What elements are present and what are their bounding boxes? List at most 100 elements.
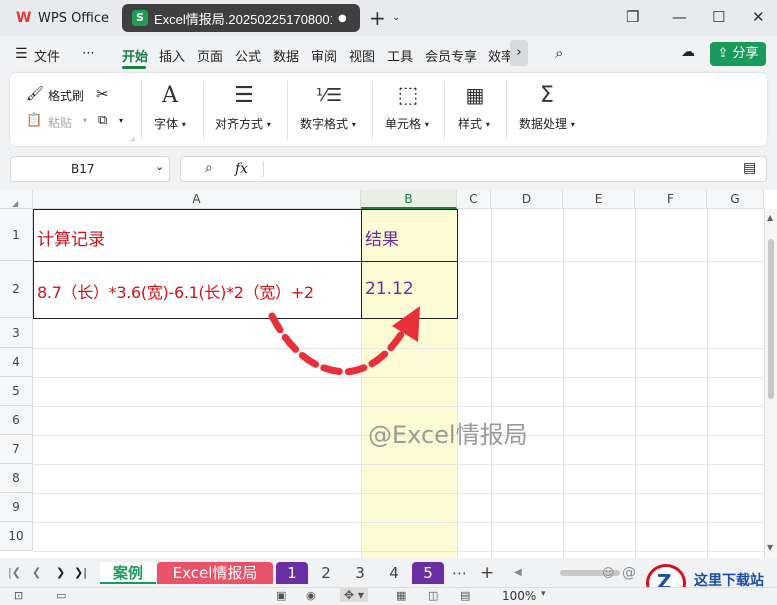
- column-header-c[interactable]: C: [457, 190, 491, 209]
- row-header-4[interactable]: 4: [0, 348, 33, 377]
- sheet-tab-5[interactable]: 5: [412, 562, 444, 584]
- column-header-e[interactable]: E: [563, 190, 635, 209]
- sheet-tab-case[interactable]: 案例: [100, 562, 156, 584]
- new-tab-button[interactable]: +: [369, 6, 386, 30]
- menu-view[interactable]: 视图: [349, 46, 375, 65]
- sheet-tab-3[interactable]: 3: [344, 562, 376, 584]
- minimize-button[interactable]: —: [672, 8, 687, 26]
- page-layout-icon[interactable]: ◫: [428, 589, 438, 602]
- row-header-5[interactable]: 5: [0, 377, 33, 406]
- row-header-9[interactable]: 9: [0, 493, 33, 522]
- fx-icon[interactable]: fx: [235, 161, 248, 177]
- data-processing-button[interactable]: 数据处理 ▾: [519, 115, 575, 132]
- cell-b1[interactable]: 结果: [365, 225, 399, 250]
- sheet-tab-4[interactable]: 4: [378, 562, 410, 584]
- macro-record-icon[interactable]: ⊡: [14, 589, 23, 602]
- cut-scissors-icon[interactable]: ✂: [96, 85, 109, 103]
- menu-home[interactable]: 开始: [122, 46, 148, 65]
- spreadsheet-grid[interactable]: ◢ A B C D E F G 1 2 3 4 5 6 7 8 9 10 计算记…: [0, 190, 777, 558]
- cell-b2[interactable]: 21.12: [365, 279, 414, 299]
- row-header-1[interactable]: 1: [0, 209, 33, 261]
- unsaved-dot-icon[interactable]: ●: [338, 13, 347, 24]
- menu-member[interactable]: 会员专享: [425, 46, 477, 65]
- column-header-a[interactable]: A: [33, 190, 361, 209]
- paste-button[interactable]: 粘贴: [48, 114, 72, 131]
- scroll-down-icon[interactable]: ▼: [767, 543, 773, 552]
- cell-a1[interactable]: 计算记录: [37, 225, 105, 250]
- align-icon[interactable]: ☰: [229, 83, 259, 108]
- more-sheets-icon[interactable]: ⋯: [452, 562, 467, 584]
- menu-data[interactable]: 数据: [273, 46, 299, 65]
- name-box[interactable]: B17 ⌄: [10, 156, 170, 182]
- eye-protect-icon[interactable]: ◉: [306, 589, 316, 602]
- search-icon[interactable]: ⌕: [555, 44, 563, 62]
- copy-icon[interactable]: ⧉: [98, 113, 107, 128]
- paste-chevron-down-icon[interactable]: ▾: [83, 116, 87, 125]
- last-sheet-icon[interactable]: ❯|: [74, 562, 87, 584]
- menu-page[interactable]: 页面: [197, 46, 223, 65]
- row-header-10[interactable]: 10: [0, 522, 33, 551]
- menu-efficiency[interactable]: 效率: [488, 46, 512, 65]
- next-sheet-icon[interactable]: ❯: [56, 562, 65, 584]
- sheet-tab-excel[interactable]: Excel情报局: [157, 562, 273, 584]
- clipboard-expand-icon[interactable]: ⌟: [131, 133, 135, 142]
- sheet-tab-2[interactable]: 2: [310, 562, 342, 584]
- cell-button[interactable]: 单元格 ▾: [385, 115, 429, 132]
- zoom-search-icon[interactable]: ⌕: [205, 160, 213, 176]
- menu-scroll-right-icon[interactable]: ›: [510, 40, 528, 66]
- scrollbar-thumb[interactable]: [768, 239, 774, 399]
- row-header-6[interactable]: 6: [0, 406, 33, 435]
- more-menu-icon[interactable]: ⋯: [82, 46, 95, 61]
- page-break-icon[interactable]: ▤: [460, 589, 470, 602]
- menu-insert[interactable]: 插入: [159, 46, 185, 65]
- normal-view-icon[interactable]: ▣: [276, 589, 286, 602]
- cell-icon[interactable]: ⬚: [393, 83, 423, 108]
- column-header-f[interactable]: F: [635, 190, 707, 209]
- tab-wps-office[interactable]: W WPS Office: [6, 4, 114, 32]
- number-format-icon[interactable]: ⅟☰: [314, 85, 344, 106]
- menu-review[interactable]: 审阅: [311, 46, 337, 65]
- sheet-tab-1[interactable]: 1: [276, 562, 308, 584]
- hamburger-icon[interactable]: ☰: [15, 46, 28, 62]
- expand-formula-icon[interactable]: ▤: [743, 160, 756, 176]
- first-sheet-icon[interactable]: |❮: [8, 562, 21, 584]
- prev-sheet-icon[interactable]: ❮: [32, 562, 41, 584]
- format-painter-button[interactable]: 格式刷: [48, 87, 84, 104]
- formula-bar[interactable]: ⌕ fx ▤: [180, 156, 767, 182]
- close-button[interactable]: ✕: [752, 8, 765, 26]
- zoom-level[interactable]: 100%: [502, 589, 536, 603]
- menu-file[interactable]: 文件: [34, 46, 60, 65]
- chevron-down-icon[interactable]: ⌄: [392, 12, 400, 23]
- align-button[interactable]: 对齐方式 ▾: [215, 115, 271, 132]
- horizontal-scroll-left-icon[interactable]: ◀: [514, 562, 522, 584]
- vertical-scrollbar[interactable]: ▲ ▼: [764, 209, 777, 558]
- restore-window-icon[interactable]: ❐: [626, 8, 639, 26]
- cloud-sync-icon[interactable]: ☁: [681, 44, 695, 60]
- select-all-corner[interactable]: ◢: [0, 190, 33, 209]
- share-button[interactable]: ⇪ 分享: [710, 42, 766, 66]
- row-header-7[interactable]: 7: [0, 435, 33, 464]
- font-button[interactable]: 字体 ▾: [154, 115, 186, 132]
- column-header-d[interactable]: D: [491, 190, 563, 209]
- name-box-chevron-down-icon[interactable]: ⌄: [155, 160, 164, 173]
- menu-tools[interactable]: 工具: [387, 46, 413, 65]
- grid-view-icon[interactable]: ▦: [396, 589, 406, 602]
- row-header-8[interactable]: 8: [0, 464, 33, 493]
- column-header-g[interactable]: G: [707, 190, 764, 209]
- style-button[interactable]: 样式 ▾: [458, 115, 490, 132]
- sheet-list-icon[interactable]: ▭: [56, 589, 66, 602]
- format-painter-icon[interactable]: 🖌: [26, 86, 44, 102]
- menu-formula[interactable]: 公式: [235, 46, 261, 65]
- column-header-b[interactable]: B: [361, 190, 457, 209]
- number-format-button[interactable]: 数字格式 ▾: [300, 115, 356, 132]
- zoom-chevron-down-icon[interactable]: ▾: [541, 589, 546, 599]
- sum-icon[interactable]: Σ: [532, 83, 562, 108]
- tab-document[interactable]: S Excel情报局.20250225170800136 ●: [122, 4, 360, 32]
- reading-mode-icon[interactable]: ✥ ▾: [340, 588, 368, 602]
- style-icon[interactable]: ▦: [460, 83, 490, 107]
- font-icon[interactable]: A: [155, 83, 185, 108]
- copy-chevron-down-icon[interactable]: ▾: [119, 116, 123, 125]
- maximize-button[interactable]: ☐: [712, 8, 725, 26]
- scroll-up-icon[interactable]: ▲: [767, 213, 773, 222]
- add-sheet-button[interactable]: +: [480, 562, 494, 584]
